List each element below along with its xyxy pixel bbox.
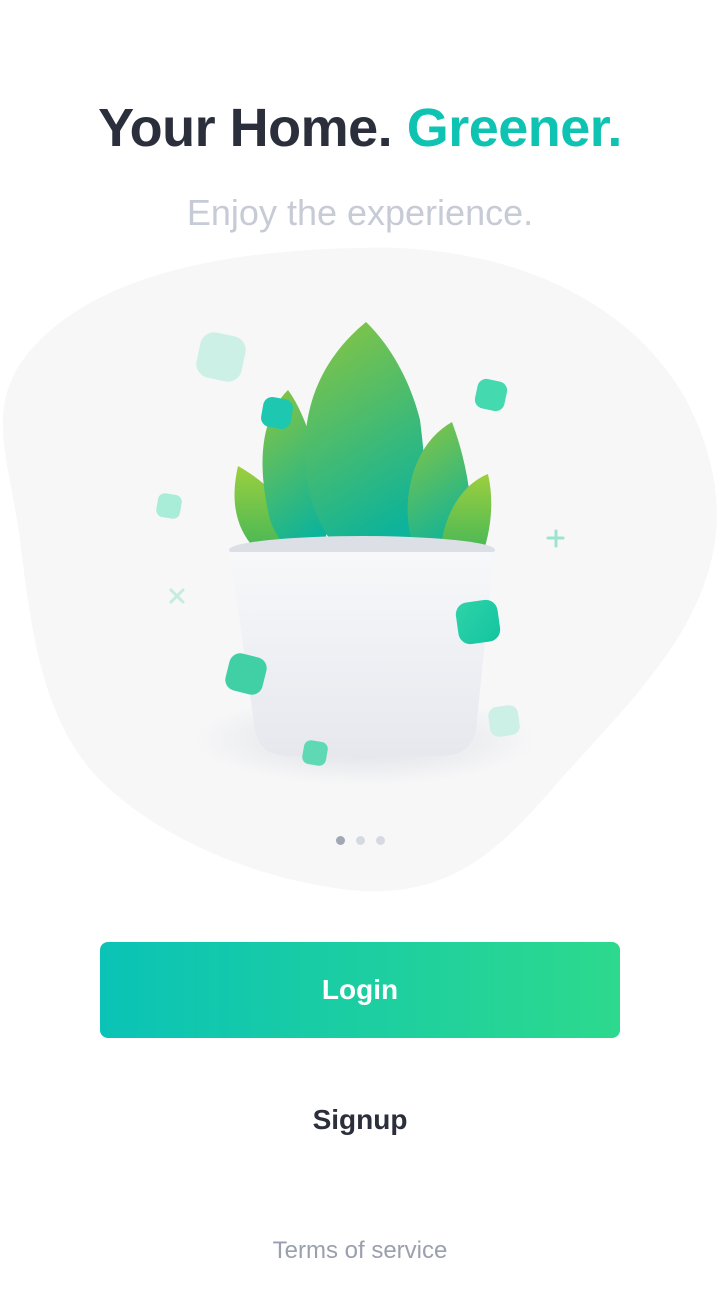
login-button[interactable]: Login [100, 942, 620, 1038]
plant-illustration [2, 247, 717, 892]
carousel-dot[interactable] [375, 836, 385, 845]
subtitle: Enjoy the experience. [186, 192, 534, 233]
plant-pot [229, 536, 495, 756]
carousel-indicator [0, 836, 720, 845]
headline-main: Your Home. [98, 98, 393, 158]
headline-accent: Greener. [406, 98, 623, 158]
carousel-dot[interactable] [335, 836, 345, 845]
headline: Your Home. Greener. [0, 96, 720, 160]
carousel-dot[interactable] [355, 836, 365, 845]
terms-of-service-link[interactable]: Terms of service [0, 1236, 720, 1266]
signup-button[interactable]: Signup [220, 1092, 500, 1148]
